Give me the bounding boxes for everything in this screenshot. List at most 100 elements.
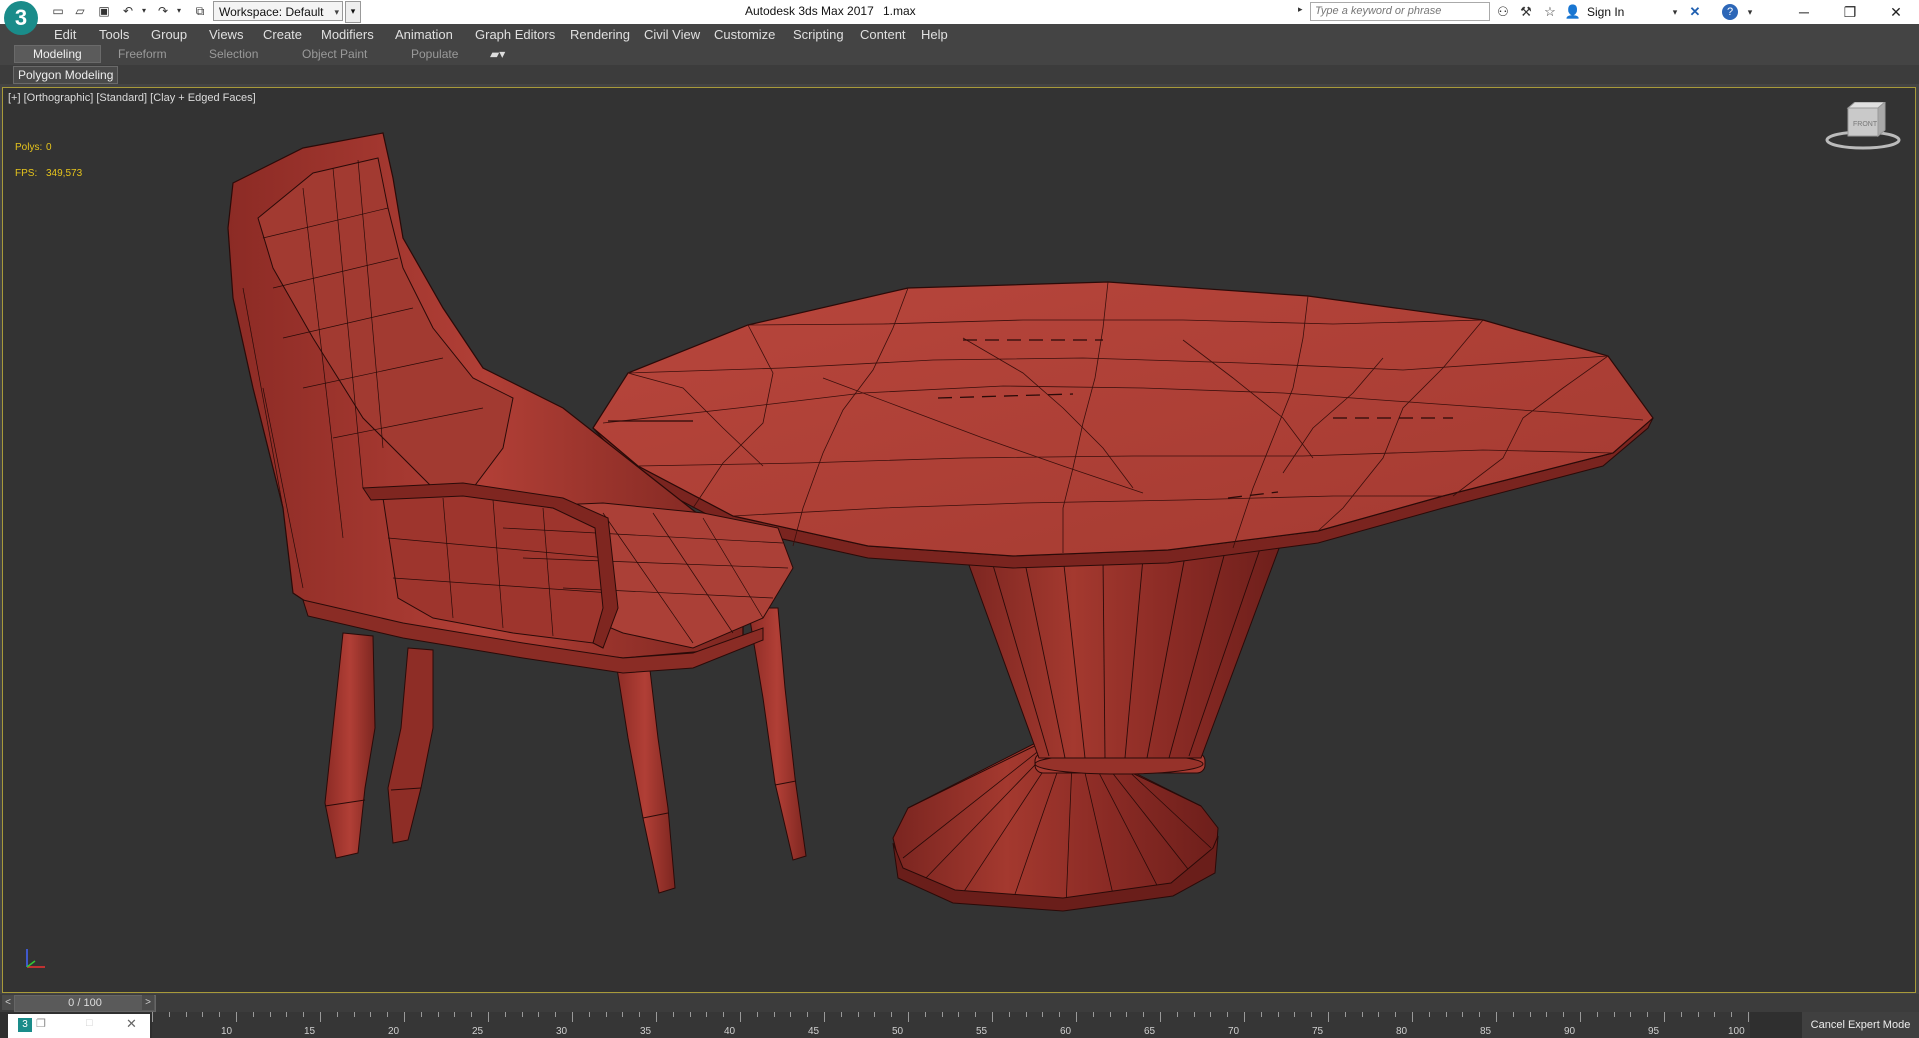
workspace-menu-button[interactable]: ▾ — [345, 1, 361, 23]
ruler-tick — [1025, 1012, 1027, 1017]
ruler-tick — [504, 1012, 506, 1017]
ruler-tick — [1563, 1012, 1565, 1017]
time-slider[interactable]: 0 / 100 — [14, 995, 156, 1012]
ruler-tick — [1008, 1012, 1010, 1017]
ribbon-toggle-icon[interactable]: ▰▾ — [490, 47, 505, 61]
ruler-tick — [1076, 1012, 1077, 1022]
app-logo[interactable]: 3 — [4, 1, 38, 35]
ruler-tick — [1680, 1012, 1682, 1017]
tick-label: 45 — [808, 1026, 820, 1037]
ruler-tick — [252, 1012, 254, 1017]
menu-scripting[interactable]: Scripting — [793, 27, 844, 42]
exchange-apps-icon[interactable]: ✕ — [1686, 3, 1704, 21]
tab-modeling[interactable]: Modeling — [14, 45, 101, 63]
next-frame-icon[interactable]: > — [142, 995, 154, 1010]
save-icon[interactable]: ▣ — [96, 3, 112, 19]
ruler-tick — [1445, 1012, 1447, 1017]
open-file-icon[interactable]: ▱ — [72, 3, 88, 19]
menu-animation[interactable]: Animation — [395, 27, 453, 42]
ruler-tick — [1647, 1012, 1649, 1017]
menu-views[interactable]: Views — [209, 27, 243, 42]
ruler-tick — [437, 1012, 439, 1017]
tick-label: 100 — [1728, 1026, 1745, 1037]
ruler-tick — [336, 1012, 338, 1017]
ruler-tick — [622, 1012, 624, 1017]
taskbar-thumbnail[interactable]: 3 ❐ □ ✕ — [8, 1014, 150, 1038]
perspective-viewport[interactable]: [+] [Orthographic] [Standard] [Clay + Ed… — [2, 87, 1916, 993]
ruler-tick — [1546, 1012, 1548, 1017]
menu-content[interactable]: Content — [860, 27, 906, 42]
ruler-tick — [1596, 1012, 1598, 1017]
sign-in-dropdown-icon[interactable]: ▾ — [1666, 3, 1684, 21]
tick-label: 10 — [221, 1026, 233, 1037]
undo-dropdown-icon[interactable]: ▾ — [136, 3, 152, 19]
tick-label: 65 — [1144, 1026, 1156, 1037]
menu-modifiers[interactable]: Modifiers — [321, 27, 374, 42]
project-folder-icon[interactable]: ⧉ — [192, 3, 208, 19]
restore-button[interactable]: ❐ — [1827, 0, 1873, 24]
file-name: 1.max — [883, 4, 916, 18]
ruler-tick — [656, 1012, 657, 1022]
ruler-tick — [605, 1012, 607, 1017]
tab-object-paint[interactable]: Object Paint — [302, 47, 367, 61]
tick-label: 85 — [1480, 1026, 1492, 1037]
minimize-button[interactable]: ─ — [1781, 0, 1827, 24]
restore-small-icon[interactable]: ❐ — [36, 1017, 46, 1030]
ruler-tick — [538, 1012, 540, 1017]
tab-selection[interactable]: Selection — [209, 47, 258, 61]
menu-rendering[interactable]: Rendering — [570, 27, 630, 42]
star-icon[interactable]: ☆ — [1541, 3, 1559, 21]
binoculars-icon[interactable]: ⚇ — [1494, 3, 1512, 21]
ruler-tick — [454, 1012, 456, 1017]
redo-dropdown-icon[interactable]: ▾ — [171, 3, 187, 19]
ruler-tick — [807, 1012, 809, 1017]
redo-icon[interactable]: ↷ — [155, 3, 171, 19]
ruler-tick — [1210, 1012, 1212, 1017]
viewport-label[interactable]: [+] [Orthographic] [Standard] [Clay + Ed… — [8, 92, 256, 104]
ruler-tick — [891, 1012, 893, 1017]
help-icon[interactable]: ? — [1722, 4, 1738, 20]
close-button[interactable]: ✕ — [1873, 0, 1919, 24]
new-file-icon[interactable]: ▭ — [50, 3, 66, 19]
undo-icon[interactable]: ↶ — [120, 3, 136, 19]
ruler-tick — [992, 1012, 993, 1022]
search-input[interactable]: Type a keyword or phrase — [1310, 2, 1490, 21]
tab-populate[interactable]: Populate — [411, 47, 458, 61]
menu-civil-view[interactable]: Civil View — [644, 27, 700, 42]
menu-graph-editors[interactable]: Graph Editors — [475, 27, 555, 42]
ruler-tick — [353, 1012, 355, 1017]
app-small-icon: 3 — [18, 1018, 32, 1032]
tab-freeform[interactable]: Freeform — [118, 47, 167, 61]
ruler-tick — [521, 1012, 523, 1017]
ruler-tick — [404, 1012, 405, 1022]
ruler-tick — [1160, 1012, 1161, 1022]
ruler-tick — [269, 1012, 271, 1017]
tick-label: 80 — [1396, 1026, 1408, 1037]
menu-customize[interactable]: Customize — [714, 27, 775, 42]
help-dropdown-icon[interactable]: ▾ — [1741, 3, 1759, 21]
search-expand-icon[interactable]: ▸ — [1298, 4, 1303, 15]
subscription-icon[interactable]: ⚒ — [1517, 3, 1535, 21]
viewcube[interactable]: FRONT — [1823, 100, 1903, 155]
ruler-tick — [1244, 1012, 1245, 1022]
sign-in-link[interactable]: Sign In — [1587, 5, 1624, 19]
user-icon[interactable]: 👤 — [1564, 3, 1582, 21]
polygon-modeling-panel[interactable]: Polygon Modeling — [13, 66, 119, 84]
ruler-tick — [689, 1012, 691, 1017]
menu-tools[interactable]: Tools — [99, 27, 129, 42]
menu-group[interactable]: Group — [151, 27, 187, 42]
menu-help[interactable]: Help — [921, 27, 948, 42]
ruler-tick — [219, 1012, 221, 1017]
cancel-expert-mode-button[interactable]: Cancel Expert Mode — [1802, 1012, 1919, 1038]
ruler-tick — [471, 1012, 473, 1017]
maximize-small-icon[interactable]: □ — [86, 1017, 93, 1029]
prev-frame-icon[interactable]: < — [2, 995, 14, 1010]
workspace-dropdown[interactable]: Workspace: Default ▾ — [213, 1, 343, 21]
menu-edit[interactable]: Edit — [54, 27, 76, 42]
close-small-icon[interactable]: ✕ — [126, 1016, 137, 1032]
ruler-tick — [1395, 1012, 1397, 1017]
ruler-tick — [1378, 1012, 1380, 1017]
ruler-tick — [1294, 1012, 1296, 1017]
timeline-ruler[interactable]: 10 15 20 25 30 35 40 45 50 55 60 65 70 7… — [152, 1012, 1750, 1038]
menu-create[interactable]: Create — [263, 27, 302, 42]
